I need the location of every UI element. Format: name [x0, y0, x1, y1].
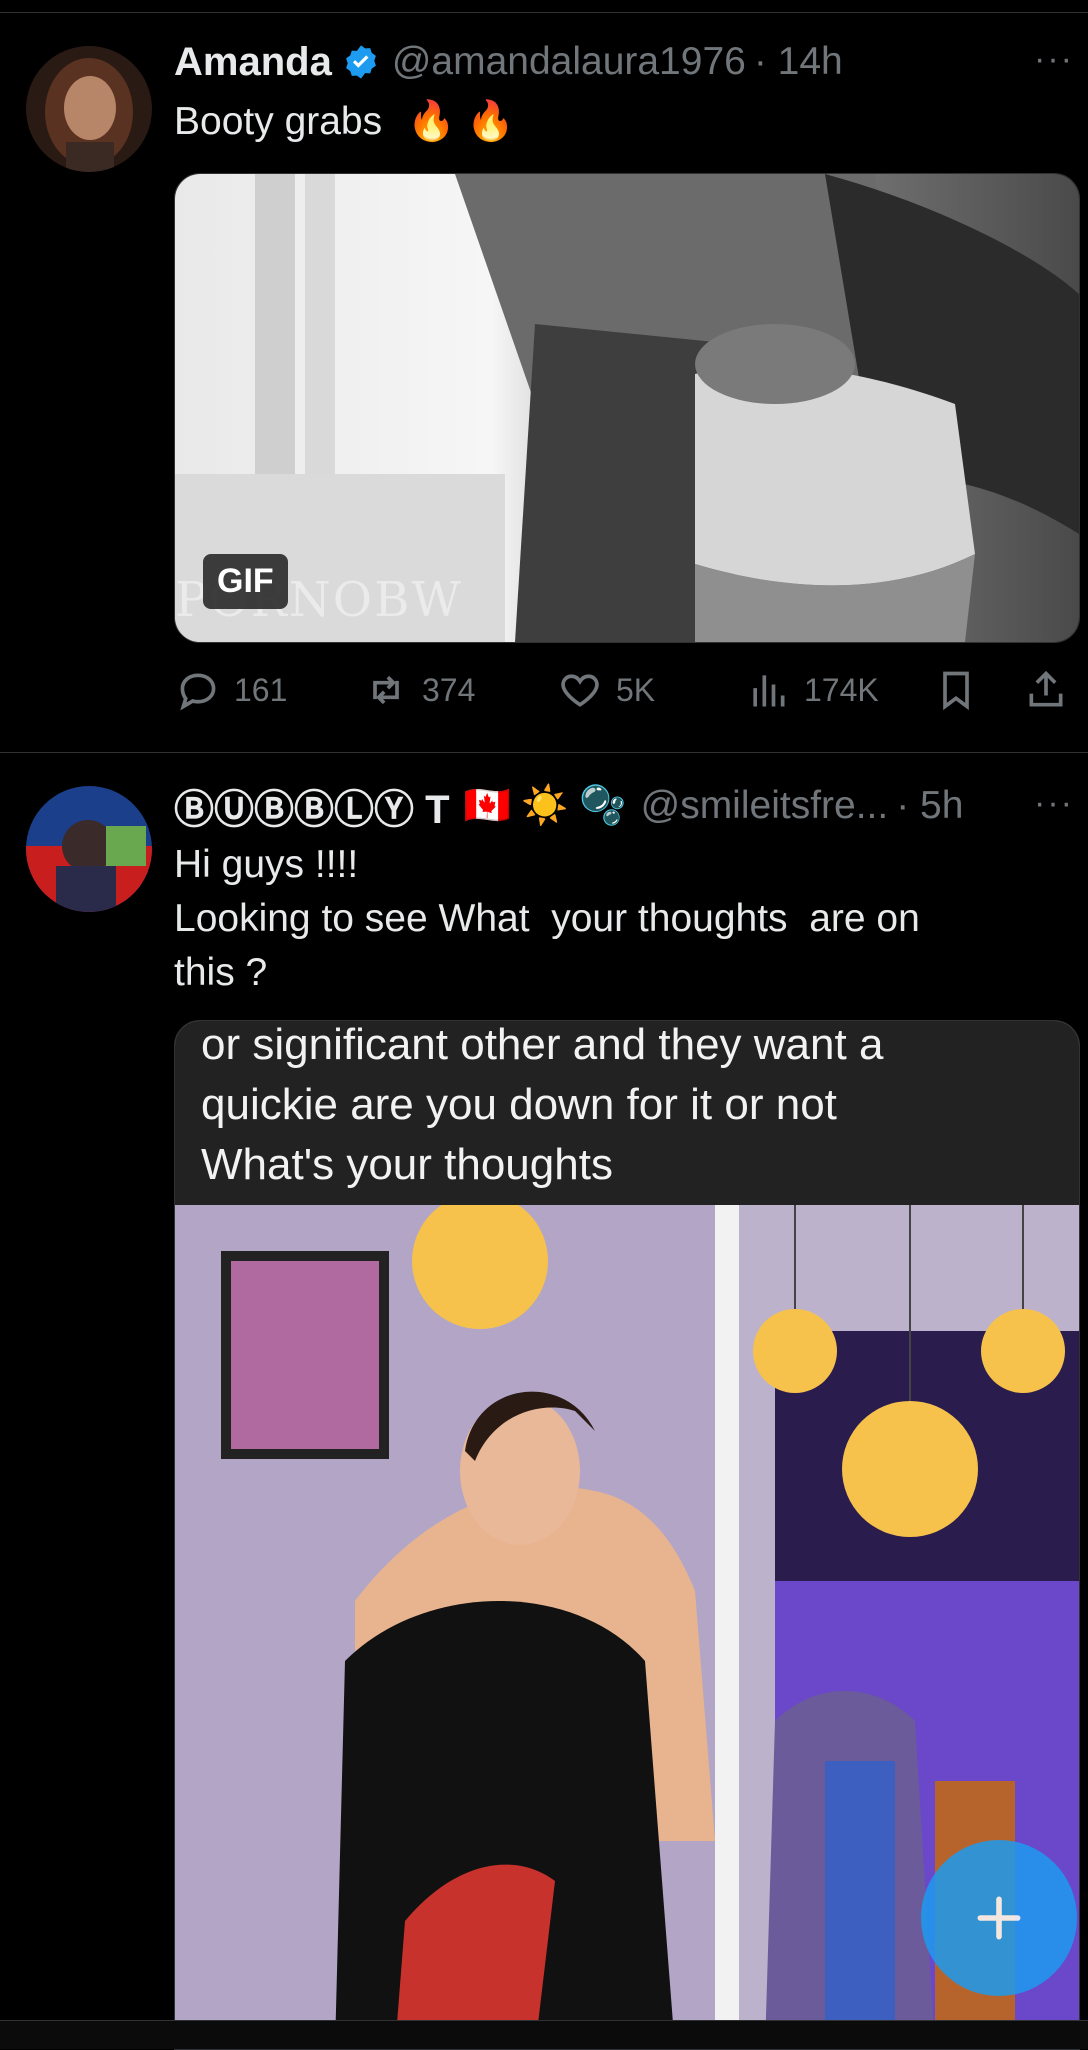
- tweet-actions: 161 374 5K 174K: [174, 660, 1078, 720]
- more-options-icon[interactable]: ···: [1034, 40, 1074, 79]
- repost-count: 374: [422, 671, 476, 708]
- repost-button[interactable]: 374: [364, 660, 475, 720]
- repost-icon: [373, 675, 399, 705]
- image-caption: or significant other and they want a qui…: [201, 1020, 1061, 1195]
- plus-icon: [977, 1896, 1021, 1940]
- bookmark-icon: [943, 671, 969, 711]
- share-icon: [1029, 670, 1063, 707]
- tweet-header: Amanda @amandalaura1976 · 14h: [174, 32, 1088, 92]
- tweet-divider: [0, 752, 1088, 753]
- views-button[interactable]: 174K: [746, 660, 879, 720]
- avatar[interactable]: [26, 46, 152, 172]
- gif-media[interactable]: PORNOBW GIF: [174, 173, 1080, 643]
- views-count: 174K: [804, 671, 879, 708]
- views-icon: [753, 675, 785, 707]
- reply-icon: [180, 673, 216, 711]
- top-divider: [0, 12, 1088, 13]
- image-caption-band: or significant other and they want a qui…: [175, 1021, 1079, 1205]
- like-button[interactable]: 5K: [558, 660, 655, 720]
- like-count: 5K: [616, 671, 656, 708]
- gif-badge: GIF: [203, 554, 288, 609]
- name-emoji: 🇨🇦 ☀️ 🫧: [463, 785, 627, 827]
- reply-count: 161: [234, 671, 288, 708]
- handle[interactable]: @smileitsfre...: [641, 784, 889, 828]
- caption-line: What's your thoughts: [201, 1140, 613, 1189]
- tweet-header: ⒷⓊⒷⒷⓁⓎ T 🇨🇦 ☀️ 🫧 @smileitsfre... · 5h: [174, 776, 1088, 836]
- tweet-text: Booty grabs 🔥 🔥: [174, 95, 1034, 149]
- tweet-text-body: Booty grabs: [174, 100, 383, 143]
- display-name[interactable]: ⒷⓊⒷⒷⓁⓎ T: [174, 777, 450, 835]
- fire-emoji: 🔥 🔥: [406, 100, 515, 143]
- display-name[interactable]: Amanda: [174, 40, 332, 85]
- bookmark-button[interactable]: [934, 660, 978, 720]
- handle[interactable]: @amandalaura1976: [392, 40, 746, 84]
- heart-icon: [561, 674, 599, 707]
- tweet-text: Hi guys !!!! Looking to see What your th…: [174, 838, 1034, 1000]
- caption-line: quickie are you down for it or not: [201, 1080, 837, 1129]
- tweet-text-line: this ?: [174, 951, 268, 994]
- compose-button[interactable]: [921, 1840, 1077, 1996]
- bottom-nav-bar: [0, 2020, 1088, 2049]
- tweet-text-line: Hi guys !!!!: [174, 843, 359, 886]
- more-options-icon[interactable]: ···: [1034, 784, 1074, 823]
- verified-badge-icon: [345, 45, 376, 79]
- timestamp[interactable]: · 14h: [754, 40, 843, 84]
- share-button[interactable]: [1024, 660, 1068, 720]
- avatar[interactable]: [26, 786, 152, 912]
- caption-line: or significant other and they want a: [201, 1020, 884, 1069]
- timestamp[interactable]: · 5h: [896, 784, 963, 828]
- reply-button[interactable]: 161: [176, 660, 287, 720]
- tweet-text-line: Looking to see What your thoughts are on: [174, 897, 920, 940]
